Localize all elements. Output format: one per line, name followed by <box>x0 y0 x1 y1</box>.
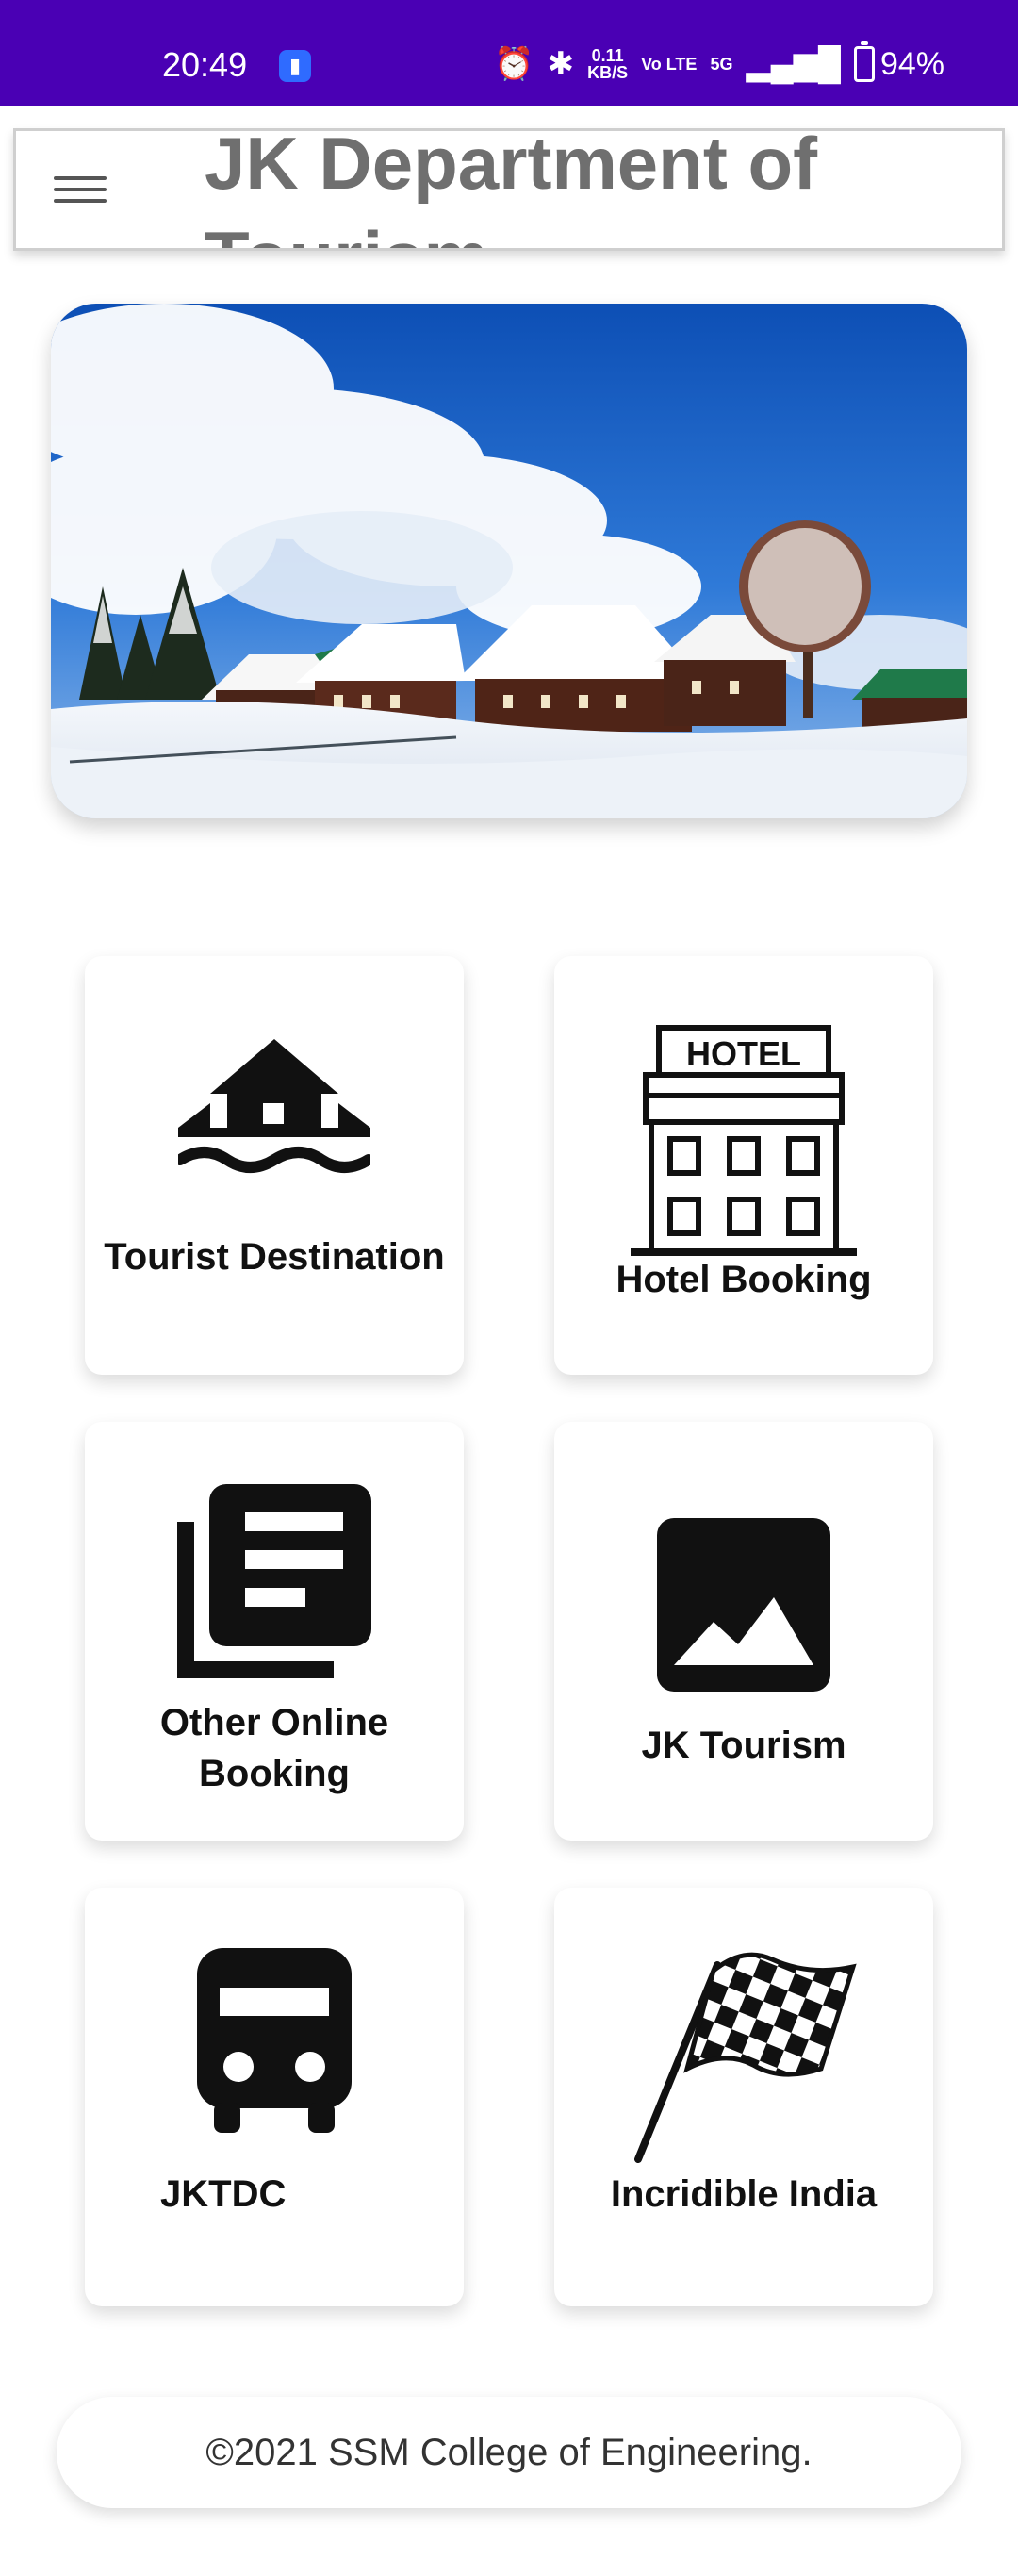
card-hotel-booking[interactable]: HOTEL Hotel Booking <box>554 956 933 1375</box>
card-tourist-destination[interactable]: Tourist Destination <box>85 956 464 1375</box>
bus-icon <box>197 1948 352 2133</box>
app-bar: JK Department of Tourism <box>13 128 1005 251</box>
card-other-online-booking[interactable]: Other Online Booking <box>85 1422 464 1841</box>
card-incridible-india[interactable]: Incridible India <box>554 1888 933 2306</box>
network-speed-value: 0.11 <box>591 46 624 65</box>
battery-percent: 94% <box>879 45 944 82</box>
house-on-water-icon <box>178 1039 370 1173</box>
card-label: JK Tourism <box>641 1725 846 1766</box>
page-title: JK Department of Tourism <box>205 128 818 248</box>
network-speed-unit: KB/S <box>587 63 629 82</box>
battery-indicator: 94% <box>853 41 944 83</box>
card-label: Other Online Booking <box>159 1702 389 1794</box>
signal-icon: ▂▄▆█ <box>746 46 841 82</box>
library-books-icon <box>177 1484 371 1678</box>
app-notification-icon: ▮ <box>279 50 311 82</box>
footer: ©2021 SSM College of Engineering. <box>57 2397 961 2508</box>
hotel-icon: HOTEL <box>631 1025 857 1256</box>
card-label: Incridible India <box>610 2173 878 2215</box>
battery-icon <box>853 41 875 82</box>
network-speed: 0.11 KB/S <box>587 47 628 81</box>
card-label: Hotel Booking <box>616 1259 872 1300</box>
alarm-icon: ⏰ <box>494 46 534 82</box>
hero-image <box>51 304 967 818</box>
bluetooth-icon: ✱ <box>547 46 575 82</box>
card-label: Tourist Destination <box>104 1236 445 1278</box>
status-bar: 20:49 ▮ ⏰ ✱ 0.11 KB/S Vo LTE 5G ▂▄▆█ 94% <box>0 0 1018 106</box>
hotel-sign-text: HOTEL <box>686 1034 801 1073</box>
card-jktdc[interactable]: JKTDC <box>85 1888 464 2306</box>
card-jk-tourism[interactable]: JK Tourism <box>554 1422 933 1841</box>
snowy-cabins-image <box>51 304 967 818</box>
volte-indicator: Vo LTE <box>641 55 698 74</box>
image-icon <box>657 1518 830 1692</box>
status-time: 20:49 <box>162 45 248 84</box>
status-indicators: ⏰ ✱ 0.11 KB/S Vo LTE 5G ▂▄▆█ 94% <box>494 41 944 83</box>
checkered-flag-icon <box>634 1952 857 2163</box>
network-type: 5G <box>710 55 733 74</box>
card-label: JKTDC <box>160 2173 287 2215</box>
menu-icon[interactable] <box>54 169 107 210</box>
